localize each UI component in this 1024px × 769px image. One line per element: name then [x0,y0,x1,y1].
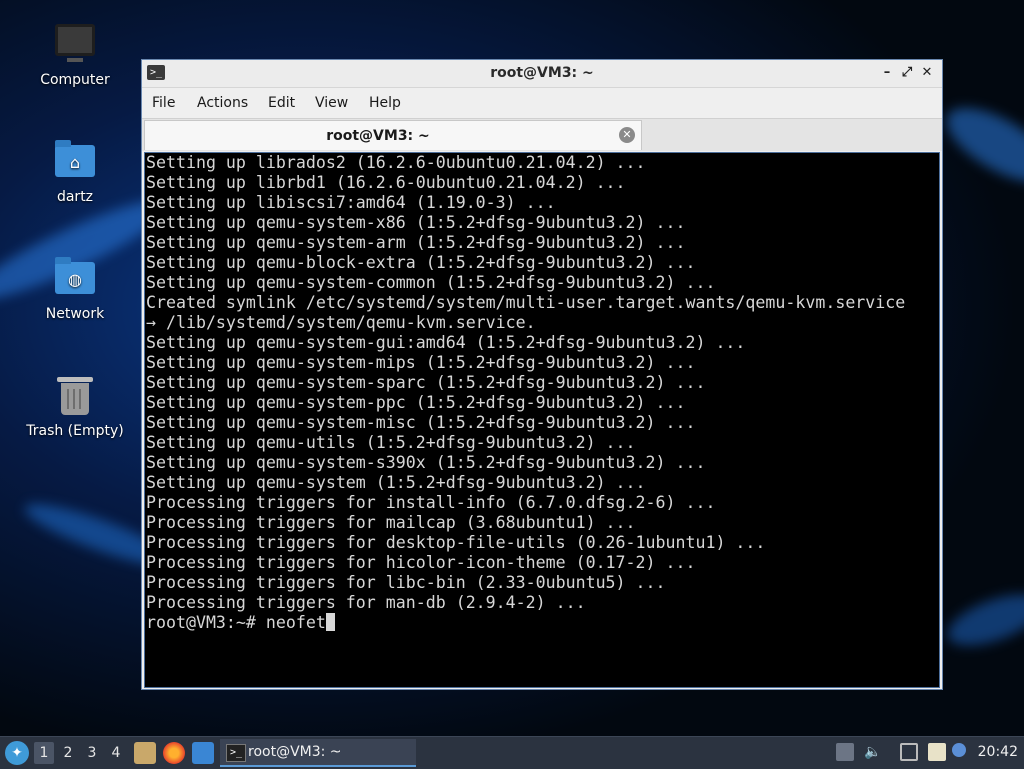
terminal-output[interactable]: Setting up librados2 (16.2.6-0ubuntu0.21… [144,152,940,688]
window-title: root@VM3: ~ [490,65,594,81]
desktop-icon-network[interactable]: ◍ Network [20,256,130,322]
tab-close-icon[interactable]: ✕ [619,127,635,143]
home-folder-icon: ⌂ [53,139,97,183]
clock[interactable]: 20:42 [978,744,1018,760]
computer-icon [53,22,97,66]
terminal-line: Processing triggers for mailcap (3.68ubu… [146,513,636,532]
terminal-line: Setting up qemu-system-s390x (1:5.2+dfsg… [146,453,706,472]
menu-file[interactable]: File [152,95,175,111]
terminal-line: Processing triggers for desktop-file-uti… [146,533,766,552]
minimize-button[interactable]: – [878,63,896,83]
tab-terminal[interactable]: root@VM3: ~ ✕ [144,120,642,150]
terminal-line: Processing triggers for man-db (2.9.4-2)… [146,593,586,612]
menu-actions[interactable]: Actions [197,95,248,111]
menu-bar: File Actions Edit View Help [142,88,942,118]
terminal-line: Setting up qemu-block-extra (1:5.2+dfsg-… [146,253,696,272]
title-bar[interactable]: >_ root@VM3: ~ – ⤢ ✕ [142,60,942,88]
terminal-prompt[interactable]: root@VM3:~# neofet [146,613,905,633]
taskbar: ✦ 1 2 3 4 >_ root@VM3: ~ 🔈 20:42 [0,736,1024,769]
menu-edit[interactable]: Edit [268,95,295,111]
terminal-text: Setting up librados2 (16.2.6-0ubuntu0.21… [146,153,905,633]
terminal-line: Processing triggers for libc-bin (2.33-0… [146,573,666,592]
menu-help[interactable]: Help [369,95,401,111]
terminal-line: Setting up qemu-system (1:5.2+dfsg-9ubun… [146,473,646,492]
desktop-icon-home[interactable]: ⌂ dartz [20,139,130,205]
terminal-line: Setting up qemu-system-misc (1:5.2+dfsg-… [146,413,696,432]
tab-label: root@VM3: ~ [326,128,430,144]
taskbar-terminal-button[interactable]: >_ root@VM3: ~ [220,739,416,767]
volume-icon[interactable]: 🔈 [864,743,882,761]
terminal-line: Setting up librados2 (16.2.6-0ubuntu0.21… [146,153,646,172]
network-folder-icon: ◍ [53,256,97,300]
desktop-icon-computer[interactable]: Computer [20,22,130,88]
taskbar-task-label: root@VM3: ~ [248,744,342,760]
tray-up-icon[interactable] [836,743,854,761]
start-menu-button[interactable]: ✦ [5,741,29,765]
show-desktop-icon[interactable] [192,742,214,764]
terminal-line: Setting up qemu-system-sparc (1:5.2+dfsg… [146,373,706,392]
text-cursor [325,613,335,631]
desktop-icon-label: Trash (Empty) [26,423,124,439]
firefox-icon[interactable] [163,742,185,764]
terminal-line: Created symlink /etc/systemd/system/mult… [146,293,906,312]
terminal-line: Setting up qemu-system-ppc (1:5.2+dfsg-9… [146,393,686,412]
workspace-3[interactable]: 3 [82,742,102,764]
terminal-line: Setting up qemu-system-gui:amd64 (1:5.2+… [146,333,746,352]
tab-bar: root@VM3: ~ ✕ [142,118,942,151]
workspace-2[interactable]: 2 [58,742,78,764]
terminal-window: >_ root@VM3: ~ – ⤢ ✕ File Actions Edit V… [141,59,943,690]
desktop-icon-label: dartz [56,189,94,205]
menu-view[interactable]: View [315,95,348,111]
prompt-text: root@VM3:~# neofet [146,613,326,632]
terminal-line: Processing triggers for hicolor-icon-the… [146,553,696,572]
update-notifier-icon[interactable] [952,743,966,757]
terminal-line: → /lib/systemd/system/qemu-kvm.service. [146,313,536,332]
terminal-line: Setting up librbd1 (16.2.6-0ubuntu0.21.0… [146,173,626,192]
clipboard-icon[interactable] [928,743,946,761]
terminal-icon: >_ [226,744,246,762]
terminal-line: Setting up qemu-system-x86 (1:5.2+dfsg-9… [146,213,686,232]
maximize-button[interactable]: ⤢ [898,63,916,83]
terminal-line: Setting up qemu-system-mips (1:5.2+dfsg-… [146,353,696,372]
desktop-icon-label: Network [45,306,105,322]
wallpaper-streak [935,93,1024,197]
file-manager-icon[interactable] [134,742,156,764]
desktop-icon-trash[interactable]: Trash (Empty) [20,373,130,439]
trash-icon [53,373,97,417]
terminal-line: Setting up qemu-utils (1:5.2+dfsg-9ubunt… [146,433,636,452]
terminal-line: Processing triggers for install-info (6.… [146,493,716,512]
workspace-1[interactable]: 1 [34,742,54,764]
terminal-line: Setting up libiscsi7:amd64 (1.19.0-3) ..… [146,193,556,212]
workspace-4[interactable]: 4 [106,742,126,764]
desktop-icon-label: Computer [40,72,110,88]
network-tray-icon[interactable] [900,743,918,761]
terminal-line: Setting up qemu-system-common (1:5.2+dfs… [146,273,716,292]
wallpaper-streak [941,584,1024,656]
close-button[interactable]: ✕ [918,63,936,83]
terminal-line: Setting up qemu-system-arm (1:5.2+dfsg-9… [146,233,686,252]
